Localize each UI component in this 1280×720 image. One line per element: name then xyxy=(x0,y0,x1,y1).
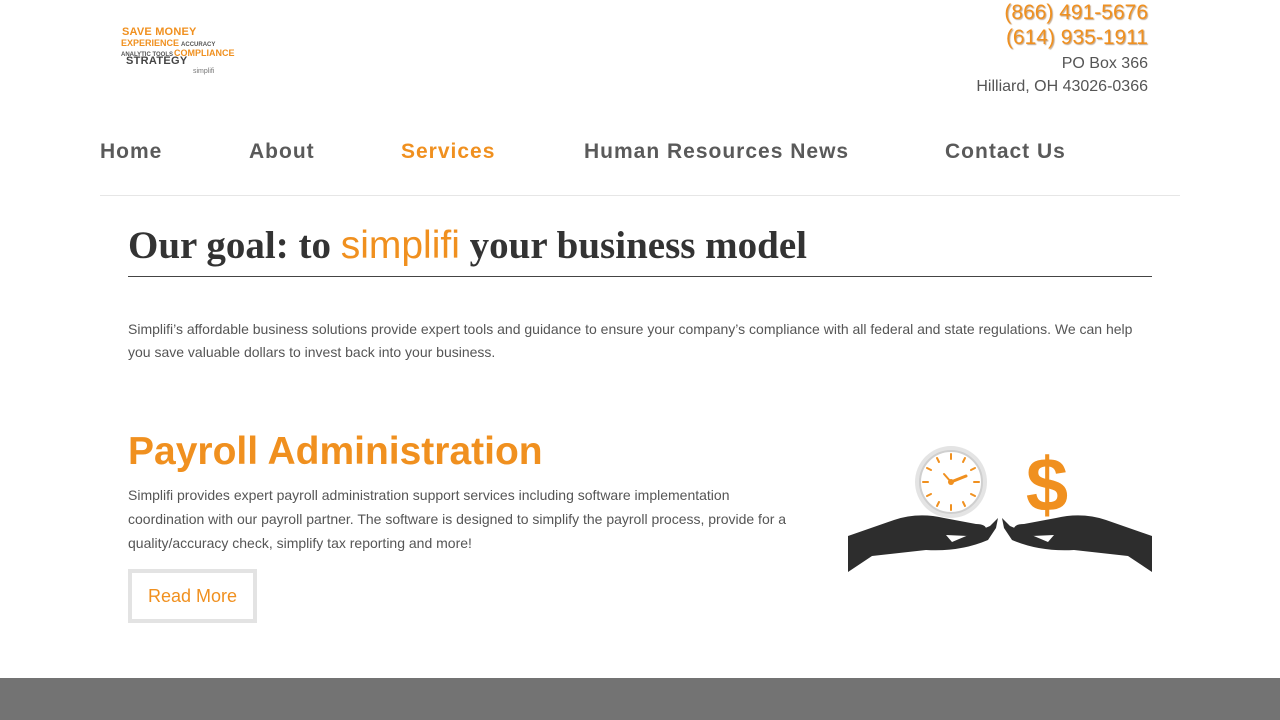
header-contact: (866) 491-5676 (614) 935-1911 PO Box 366… xyxy=(976,0,1148,98)
heading-prefix: Our goal: to xyxy=(128,224,341,267)
nav-item-home[interactable]: Home xyxy=(100,140,162,164)
logo-text-strategy: STRATEGY xyxy=(126,55,188,67)
nav-item-about[interactable]: About xyxy=(249,140,315,164)
nav-item-services[interactable]: Services xyxy=(401,140,495,164)
logo-text-experience: EXPERIENCE ACCURACY xyxy=(121,38,215,48)
footer-bar xyxy=(0,678,1280,720)
logo-text-brand: simplifi xyxy=(193,68,215,75)
phone-link-primary[interactable]: (866) 491-5676 xyxy=(976,0,1148,25)
clock-icon xyxy=(915,446,987,518)
dollar-icon: $ xyxy=(1026,444,1068,528)
nav-item-contact-us[interactable]: Contact Us xyxy=(945,140,1066,164)
service-title: Payroll Administration xyxy=(128,430,543,473)
intro-paragraph: Simplifi’s affordable business solutions… xyxy=(128,321,1133,360)
phone-link-secondary[interactable]: (614) 935-1911 xyxy=(976,25,1148,50)
heading-suffix: your business model xyxy=(459,224,807,267)
left-hand-icon xyxy=(848,515,998,572)
address-line-2: Hilliard, OH 43026-0366 xyxy=(976,78,1148,95)
logo-text-save-money: SAVE MONEY xyxy=(122,26,197,38)
site-logo[interactable]: SAVE MONEY EXPERIENCE ACCURACY ANALYTIC T… xyxy=(120,26,235,82)
right-hand-icon xyxy=(1002,515,1152,572)
payroll-illustration: $ xyxy=(848,444,1152,572)
page-heading: Our goal: to simplifi your business mode… xyxy=(128,222,807,270)
service-description: Simplifi provides expert payroll adminis… xyxy=(128,487,787,551)
nav-item-human-resources-news[interactable]: Human Resources News xyxy=(584,140,849,164)
heading-highlight: simplifi xyxy=(340,224,460,267)
heading-underline xyxy=(128,276,1152,277)
address-line-1: PO Box 366 xyxy=(1061,55,1148,72)
nav-divider xyxy=(100,195,1180,196)
logo-text-experience-word: EXPERIENCE xyxy=(121,38,180,48)
read-more-button[interactable]: Read More xyxy=(128,569,257,623)
